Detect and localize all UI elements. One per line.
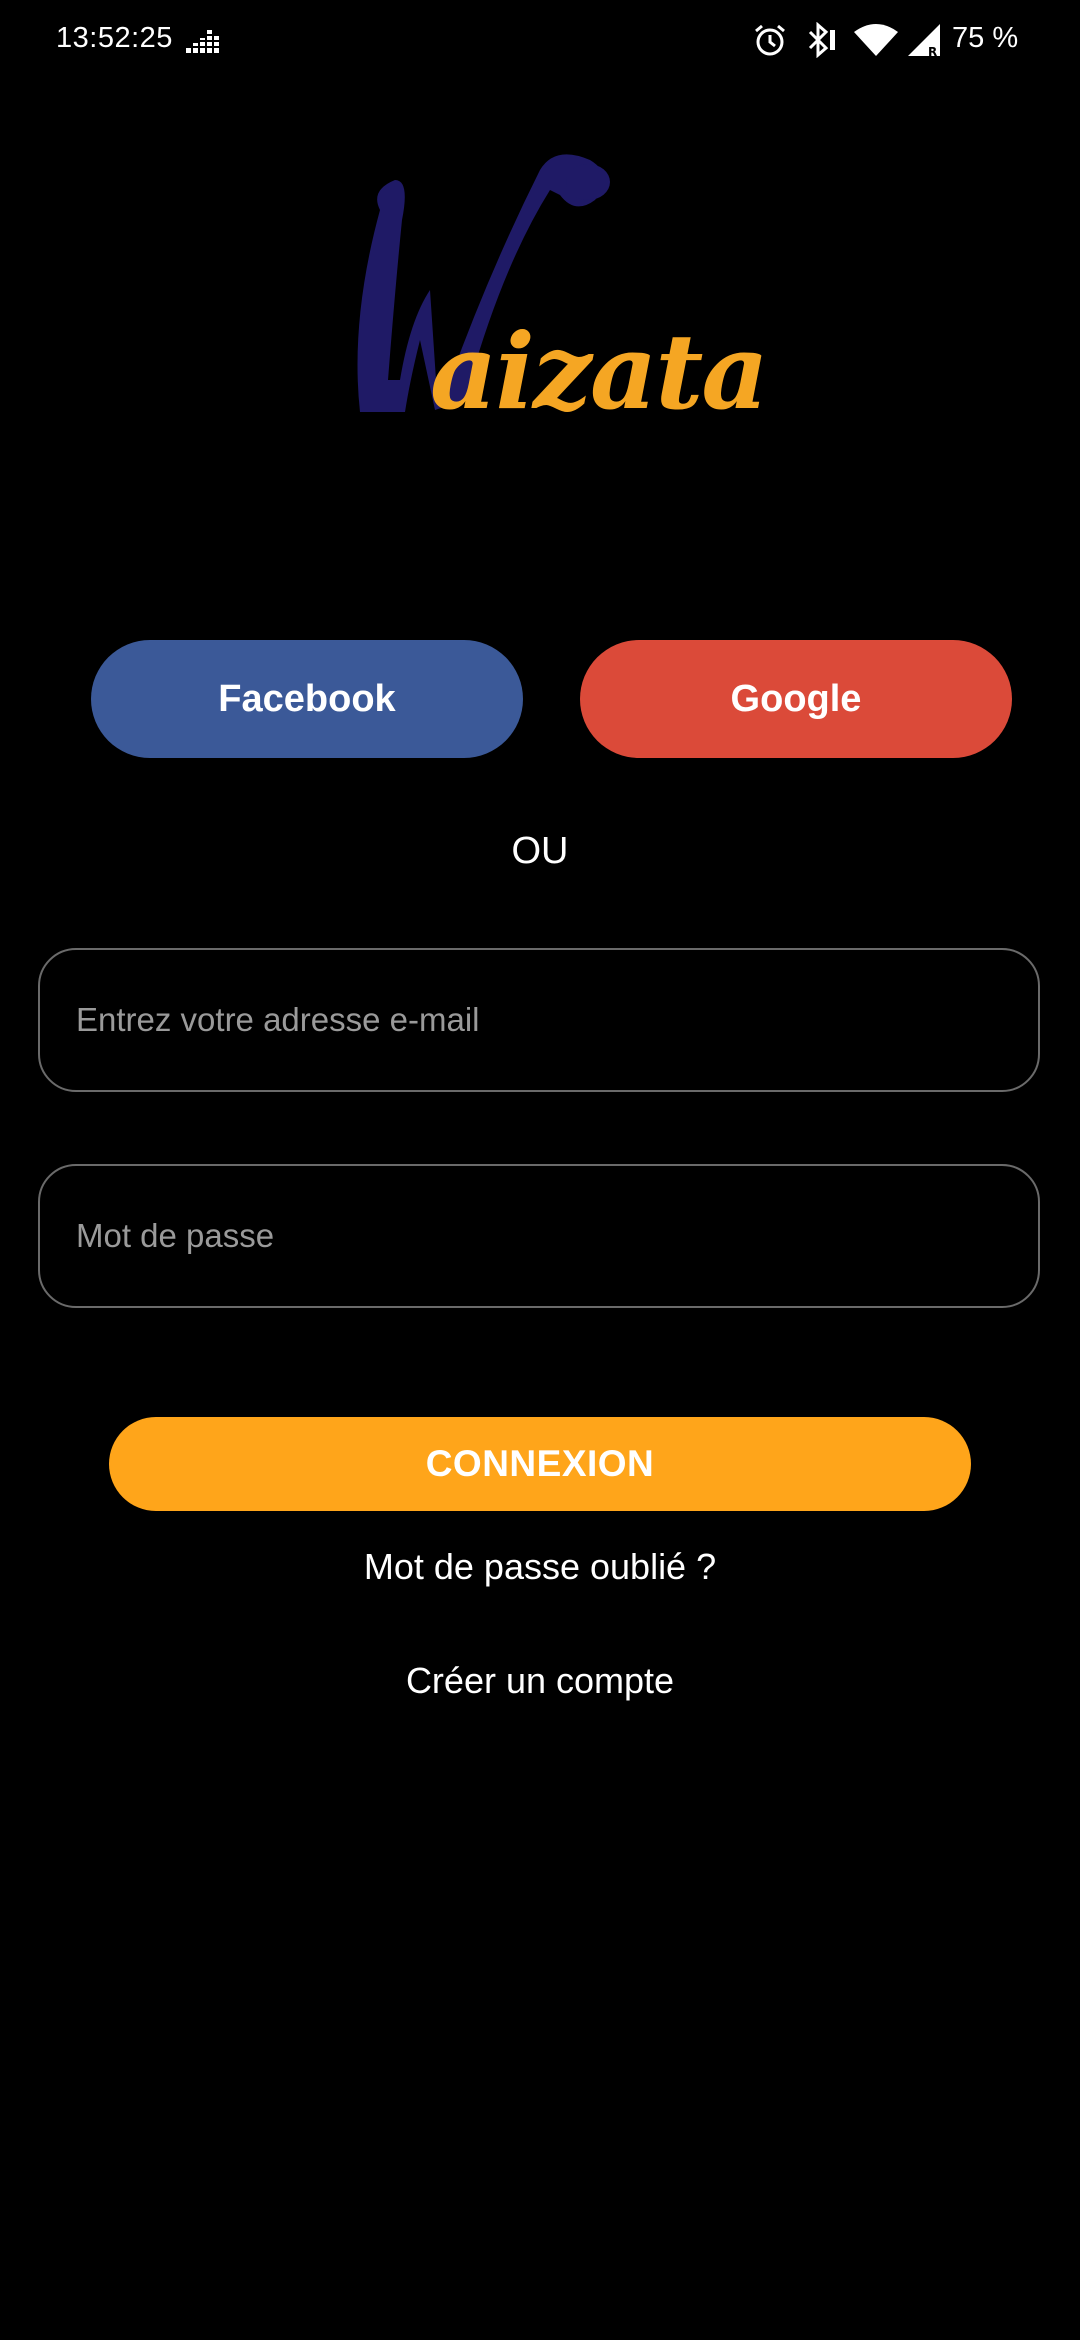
app-logo: aizata [340, 150, 769, 433]
email-field[interactable] [38, 948, 1040, 1092]
alarm-icon [755, 24, 785, 56]
google-login-button[interactable]: Google [580, 640, 1012, 758]
facebook-login-button[interactable]: Facebook [91, 640, 523, 758]
logo-text: aizata [430, 310, 769, 433]
facebook-login-label: Facebook [218, 677, 396, 720]
status-time: 13:52:25 [56, 22, 173, 54]
email-input[interactable] [74, 1000, 1038, 1040]
forgot-password-link[interactable]: Mot de passe oublié ? [0, 1546, 1080, 1588]
battery-level: 75 % [952, 22, 1019, 54]
status-bar: 13:52:25 R 75 % [0, 0, 1080, 84]
or-separator: OU [511, 830, 569, 872]
password-input[interactable] [74, 1216, 1038, 1256]
equalizer-icon [186, 30, 222, 53]
create-account-link[interactable]: Créer un compte [0, 1660, 1080, 1702]
bluetooth-icon [808, 22, 835, 58]
google-login-label: Google [730, 677, 862, 720]
login-button-label: CONNEXION [425, 1443, 655, 1484]
wifi-icon [854, 24, 898, 56]
signal-icon: R [908, 24, 940, 58]
login-button[interactable]: CONNEXION [109, 1417, 971, 1511]
svg-text:R: R [928, 45, 937, 58]
password-field[interactable] [38, 1164, 1040, 1308]
